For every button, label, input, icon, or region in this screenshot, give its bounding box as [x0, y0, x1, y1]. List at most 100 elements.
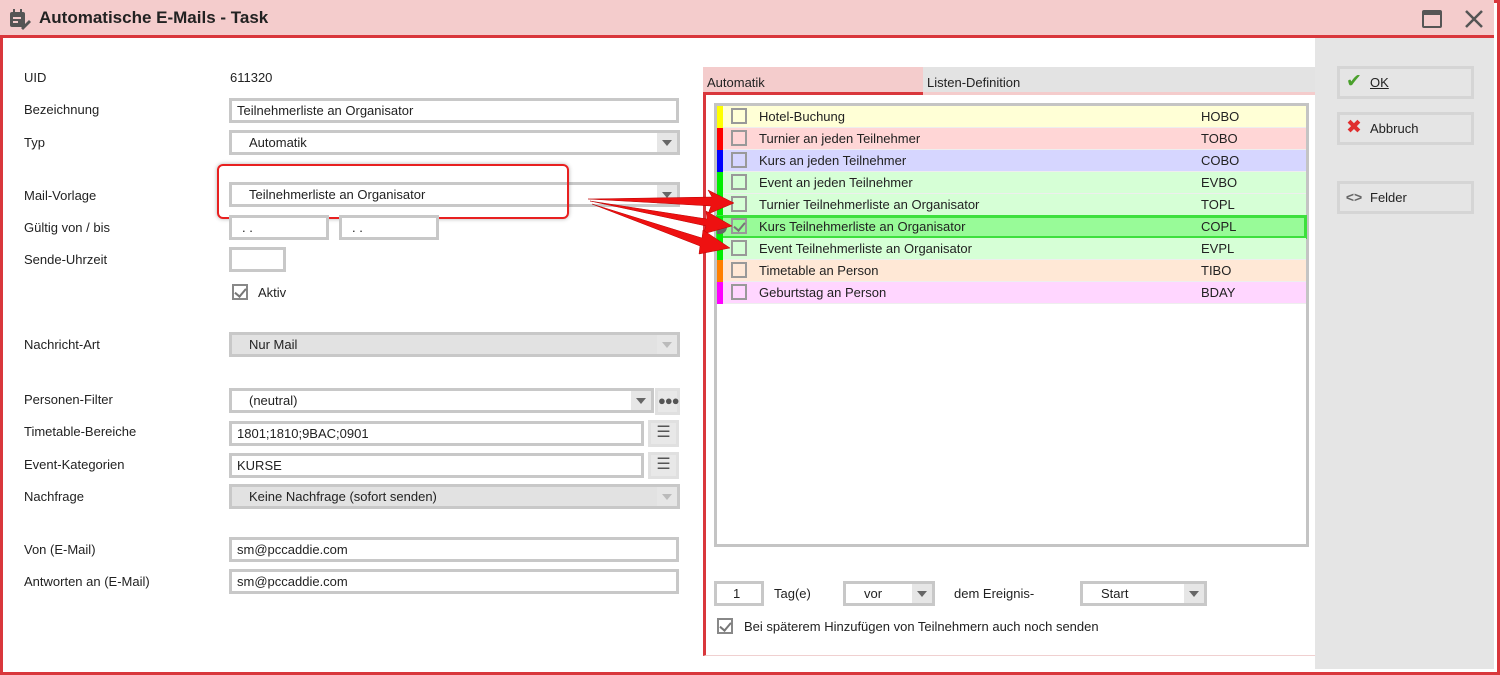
uid-value: 611320 — [230, 70, 273, 85]
list-item-checkbox[interactable] — [731, 240, 747, 256]
maximize-icon[interactable] — [1422, 10, 1442, 28]
list-item-code: COPL — [1201, 219, 1237, 234]
list-item-checkbox[interactable] — [731, 152, 747, 168]
timetable-list-button[interactable]: ☰ — [648, 420, 679, 447]
chevron-down-icon[interactable] — [912, 584, 932, 603]
list-item-code: HOBO — [1201, 109, 1240, 124]
nachrichtart-select[interactable]: Nur Mail — [229, 332, 680, 357]
personenfilter-label: Personen-Filter — [24, 392, 113, 407]
color-marker — [717, 194, 723, 216]
eventkat-input[interactable]: KURSE — [229, 453, 644, 478]
list-item[interactable]: Event an jeden Teilnehmer EVBO — [717, 172, 1306, 194]
current-row-indicator-icon — [717, 220, 727, 234]
code-brackets-icon: <> — [1345, 189, 1363, 205]
sendezeit-label: Sende-Uhrzeit — [24, 252, 108, 267]
von-label: Von (E-Mail) — [24, 542, 96, 557]
color-marker — [717, 106, 723, 128]
list-item-checkbox[interactable] — [731, 108, 747, 124]
chevron-down-icon[interactable] — [657, 133, 677, 152]
list-item[interactable]: Timetable an Person TIBO — [717, 260, 1306, 282]
list-item-checkbox[interactable] — [731, 284, 747, 300]
antworten-label: Antworten an (E-Mail) — [24, 574, 150, 589]
personenfilter-select[interactable]: (neutral) — [229, 388, 654, 413]
list-item-code: TOPL — [1201, 197, 1235, 212]
event-type-list[interactable]: Hotel-Buchung HOBO Turnier an jeden Teilne… — [714, 103, 1309, 547]
gueltig-bis-input[interactable]: . . — [339, 215, 439, 240]
sendezeit-input[interactable] — [229, 247, 286, 272]
list-item-name: Geburtstag an Person — [759, 285, 887, 300]
chevron-down-icon — [657, 335, 677, 354]
ellipsis-icon: ●●● — [658, 393, 680, 408]
list-item-name: Turnier Teilnehmerliste an Organisator — [759, 197, 980, 212]
list-item-code: TIBO — [1201, 263, 1232, 278]
list-item[interactable]: Turnier Teilnehmerliste an Organisator TO… — [717, 194, 1306, 216]
late-add-checkbox[interactable] — [717, 618, 733, 634]
list-item-checkbox[interactable] — [731, 196, 747, 212]
list-icon: ☰ — [656, 456, 671, 473]
list-item[interactable]: Kurs an jeden Teilnehmer COBO — [717, 150, 1306, 172]
nachfrage-select[interactable]: Keine Nachfrage (sofort senden) — [229, 484, 680, 509]
eventkat-label: Event-Kategorien — [24, 457, 125, 472]
cancel-label: Abbruch — [1370, 121, 1419, 136]
eventkat-list-button[interactable]: ☰ — [648, 452, 679, 479]
typ-label: Typ — [24, 135, 45, 150]
color-marker — [717, 282, 723, 304]
gueltig-von-input[interactable]: . . — [229, 215, 329, 240]
fields-button[interactable]: <> Felder — [1337, 181, 1474, 214]
list-item[interactable]: Event Teilnehmerliste an Organisator EVPL — [717, 238, 1306, 260]
event-point-select[interactable]: Start — [1080, 581, 1207, 606]
list-item-checkbox[interactable] — [731, 130, 747, 146]
chevron-down-icon[interactable] — [657, 185, 677, 204]
aktiv-label: Aktiv — [258, 285, 287, 300]
event-point-value: Start — [1101, 586, 1129, 601]
nachrichtart-value: Nur Mail — [249, 337, 298, 352]
action-panel: ✔ OK ✖ Abbruch <> Felder — [1315, 38, 1494, 669]
calendar-edit-icon — [10, 9, 31, 30]
cross-icon: ✖ — [1346, 117, 1362, 138]
chevron-down-icon[interactable] — [1184, 584, 1204, 603]
list-item[interactable]: Kurs Teilnehmerliste an Organisator COPL — [716, 215, 1307, 239]
uid-label: UID — [24, 70, 47, 85]
mailvorlage-label: Mail-Vorlage — [24, 188, 97, 203]
nachrichtart-label: Nachricht-Art — [24, 337, 100, 352]
list-item-checkbox[interactable] — [731, 262, 747, 278]
list-item-checkbox[interactable] — [731, 218, 747, 234]
typ-value: Automatik — [249, 135, 307, 150]
close-icon[interactable] — [1464, 9, 1484, 29]
bezeichnung-input[interactable]: Teilnehmerliste an Organisator — [229, 98, 679, 123]
chevron-down-icon — [657, 487, 677, 506]
von-email-input[interactable]: sm@pccaddie.com — [229, 537, 679, 562]
list-item-name: Event Teilnehmerliste an Organisator — [759, 241, 972, 256]
typ-select[interactable]: Automatik — [229, 130, 680, 155]
list-item[interactable]: Geburtstag an Person BDAY — [717, 282, 1306, 304]
color-marker — [717, 238, 723, 260]
nachfrage-label: Nachfrage — [24, 489, 84, 504]
color-marker — [717, 128, 723, 150]
list-item-code: EVBO — [1201, 175, 1238, 190]
nachfrage-value: Keine Nachfrage (sofort senden) — [249, 489, 437, 504]
list-item[interactable]: Hotel-Buchung HOBO — [717, 106, 1306, 128]
color-marker — [717, 150, 723, 172]
direction-select[interactable]: vor — [843, 581, 935, 606]
timetable-input[interactable]: 1801;1810;9BAC;0901 — [229, 421, 644, 446]
personenfilter-value: (neutral) — [249, 393, 298, 408]
cancel-button[interactable]: ✖ Abbruch — [1337, 112, 1474, 145]
checkmark-icon: ✔ — [1346, 71, 1362, 92]
ok-button[interactable]: ✔ OK — [1337, 66, 1474, 99]
tab-listen-definition[interactable]: Listen-Definition — [923, 67, 1318, 95]
title-bar: Automatische E-Mails - Task — [0, 0, 1494, 38]
tab-automatik[interactable]: Automatik — [703, 67, 923, 95]
days-input[interactable]: 1 — [714, 581, 764, 606]
list-item-checkbox[interactable] — [731, 174, 747, 190]
list-item-code: COBO — [1201, 153, 1240, 168]
fields-label: Felder — [1370, 190, 1407, 205]
chevron-down-icon[interactable] — [631, 391, 651, 410]
late-add-label: Bei späterem Hinzufügen von Teilnehmern … — [744, 619, 1099, 634]
antworten-email-input[interactable]: sm@pccaddie.com — [229, 569, 679, 594]
more-options-button[interactable]: ●●● — [655, 388, 680, 415]
aktiv-checkbox[interactable] — [232, 284, 248, 300]
list-item-name: Turnier an jeden Teilnehmer — [759, 131, 921, 146]
list-item[interactable]: Turnier an jeden Teilnehmer TOBO — [717, 128, 1306, 150]
ok-label: OK — [1370, 75, 1389, 90]
color-marker — [717, 260, 723, 282]
